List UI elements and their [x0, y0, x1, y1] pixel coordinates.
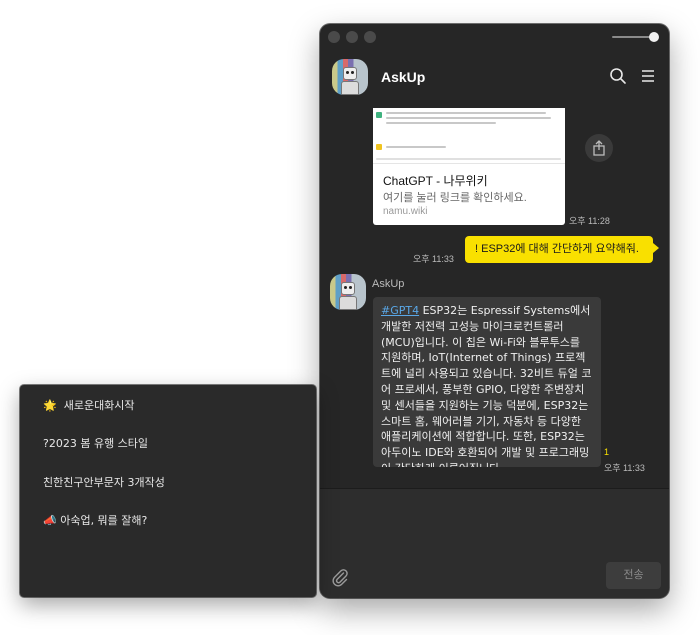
share-button[interactable] [585, 134, 613, 162]
menu-item-label: 친한친구안부문자 3개작성 [43, 476, 165, 489]
megaphone-icon: 📣 [43, 514, 57, 527]
chat-window: AskUp ChatGPT - 나무위키 여기를 눌러 링크를 확인하세요. n… [320, 24, 669, 598]
link-title: ChatGPT - 나무위키 [383, 174, 488, 188]
send-button[interactable]: 전송 [606, 562, 661, 589]
menu-item-label: 아숙업, 뭐를 잘해? [60, 514, 148, 527]
link-description: 여기를 눌러 링크를 확인하세요. [383, 192, 527, 204]
link-preview-card[interactable]: ChatGPT - 나무위키 여기를 눌러 링크를 확인하세요. namu.wi… [373, 108, 565, 225]
menu-item-friend-texts[interactable]: 친한친구안부문자 3개작성 [43, 473, 165, 493]
message-time: 오후 11:33 [604, 463, 645, 473]
sender-name: AskUp [372, 278, 405, 290]
message-time: 오후 11:28 [569, 216, 610, 226]
menu-item-spring-style[interactable]: ?2023 봄 유행 스타일 [43, 434, 148, 454]
opacity-slider-track[interactable] [612, 36, 652, 38]
menu-item-label: ?2023 봄 유행 스타일 [43, 437, 149, 450]
bot-message-text: ESP32는 Espressif Systems에서 개발한 저전력 고성능 마… [381, 304, 592, 467]
menu-item-new-chat[interactable]: 🌟 새로운대화시작 [43, 396, 135, 416]
hamburger-menu-icon[interactable] [638, 66, 658, 86]
chat-header: AskUp [320, 50, 669, 108]
chat-messages[interactable]: ChatGPT - 나무위키 여기를 눌러 링크를 확인하세요. namu.wi… [320, 108, 669, 488]
menu-item-what-can-you-do[interactable]: 📣 아숙업, 뭐를 잘해? [43, 511, 147, 531]
paperclip-icon[interactable] [330, 567, 350, 587]
bubble-tail [653, 243, 659, 253]
quick-reply-menu: 🌟 새로운대화시작 ?2023 봄 유행 스타일 친한친구안부문자 3개작성 📣… [20, 385, 316, 597]
opacity-slider-knob[interactable] [649, 32, 659, 42]
bot-message-bubble[interactable]: #GPT4 ESP32는 Espressif Systems에서 개발한 저전력… [373, 297, 601, 467]
hashtag-link[interactable]: #GPT4 [381, 304, 419, 317]
message-time: 오후 11:33 [413, 254, 454, 264]
link-domain: namu.wiki [383, 206, 428, 217]
share-icon [593, 140, 605, 156]
title-bar [320, 24, 669, 50]
link-preview-image [373, 108, 565, 164]
minimize-window-button[interactable] [346, 31, 358, 43]
askup-avatar[interactable] [330, 274, 366, 310]
maximize-window-button[interactable] [364, 31, 376, 43]
search-icon[interactable] [608, 66, 628, 86]
chat-title: AskUp [381, 69, 426, 85]
close-window-button[interactable] [328, 31, 340, 43]
menu-item-label: 새로운대화시작 [63, 399, 135, 412]
askup-avatar[interactable] [332, 59, 368, 95]
unread-count: 1 [604, 447, 610, 457]
message-input-area[interactable]: 전송 [320, 488, 669, 598]
user-message-bubble[interactable]: ! ESP32에 대해 간단하게 요약해줘. [465, 236, 653, 263]
star-icon: 🌟 [43, 399, 57, 412]
